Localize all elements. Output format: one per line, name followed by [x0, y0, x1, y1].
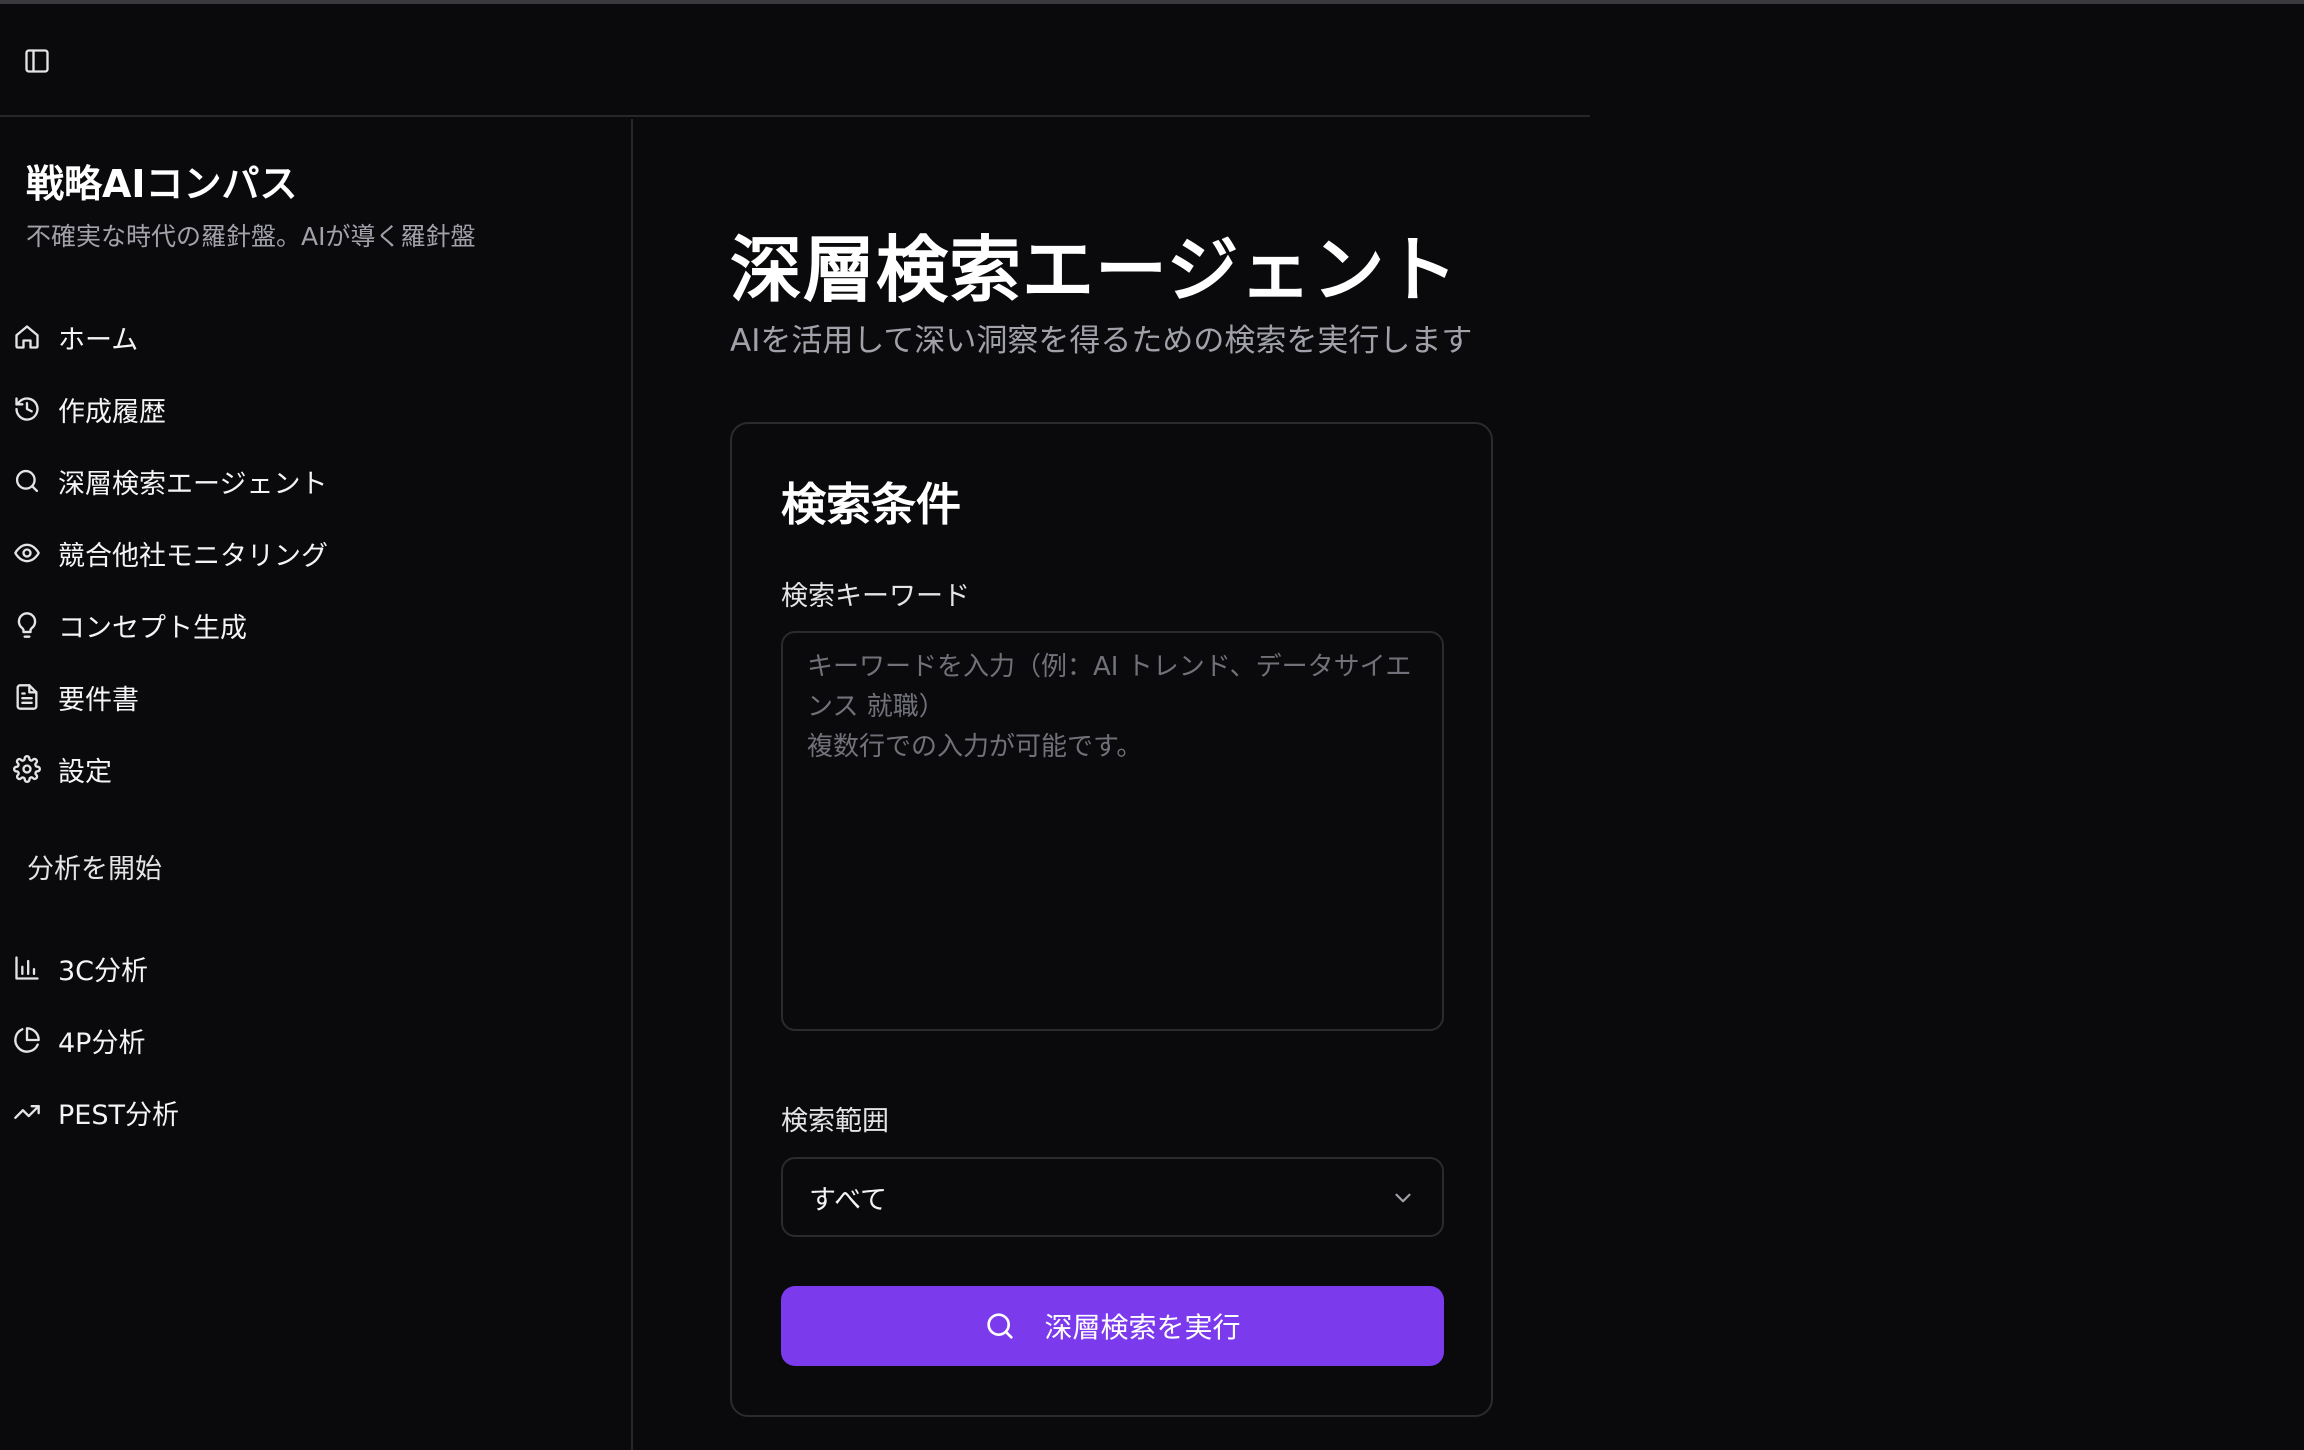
lightbulb-icon — [12, 610, 42, 640]
main-content: 深層検索エージェント AIを活用して深い洞察を得るための検索を実行します 検索条… — [633, 119, 1590, 1450]
sidebar-item-label: 4P分析 — [58, 1027, 146, 1059]
sidebar-item-concept-generation[interactable]: コンセプト生成 — [0, 589, 631, 661]
sidebar-item-competitor-monitoring[interactable]: 競合他社モニタリング — [0, 517, 631, 589]
sidebar-item-home[interactable]: ホーム — [0, 301, 631, 373]
sidebar-item-deep-search[interactable]: 深層検索エージェント — [0, 445, 631, 517]
sidebar-item-label: 要件書 — [58, 684, 139, 716]
scope-selected-value: すべて — [809, 1184, 888, 1216]
app-root: 戦略AIコンパス 不確実な時代の羅針盤。AIが導く羅針盤 ホーム 作成履歴 深層… — [0, 4, 1590, 1450]
brand-subtitle: 不確実な時代の羅針盤。AIが導く羅針盤 — [26, 222, 476, 251]
history-icon — [12, 394, 42, 424]
search-conditions-card: 検索条件 検索キーワード 検索範囲 すべて 深層検索を実行 — [730, 422, 1493, 1417]
card-title: 検索条件 — [781, 478, 962, 531]
pie-chart-icon — [12, 1025, 42, 1055]
sidebar-item-label: 設定 — [58, 756, 112, 788]
sidebar-item-label: 作成履歴 — [58, 396, 166, 428]
sidebar-item-label: コンセプト生成 — [58, 612, 247, 644]
analysis-section-label: 分析を開始 — [27, 854, 162, 885]
document-icon — [12, 682, 42, 712]
sidebar-item-label: 競合他社モニタリング — [58, 540, 328, 572]
page-title: 深層検索エージェント — [730, 228, 1459, 312]
trending-up-icon — [12, 1097, 42, 1127]
brand-title: 戦略AIコンパス — [26, 162, 298, 206]
search-icon — [987, 1313, 1014, 1339]
page-subtitle: AIを活用して深い洞察を得るための検索を実行します — [730, 323, 1473, 359]
top-bar — [0, 4, 1590, 117]
sidebar-toggle-button[interactable] — [20, 44, 54, 78]
run-deep-search-button[interactable]: 深層検索を実行 — [781, 1286, 1444, 1366]
run-deep-search-label: 深層検索を実行 — [1044, 1312, 1241, 1343]
sidebar-item-history[interactable]: 作成履歴 — [0, 373, 631, 445]
sidebar-item-label: PEST分析 — [58, 1099, 179, 1131]
eye-icon — [12, 538, 42, 568]
analysis-nav: 3C分析 4P分析 PEST分析 — [0, 932, 631, 1148]
gear-icon — [12, 754, 42, 784]
sidebar-item-3c-analysis[interactable]: 3C分析 — [0, 932, 631, 1004]
keyword-input[interactable] — [781, 631, 1444, 1031]
sidebar-item-settings[interactable]: 設定 — [0, 733, 631, 805]
keyword-label: 検索キーワード — [781, 581, 970, 612]
sidebar-item-4p-analysis[interactable]: 4P分析 — [0, 1004, 631, 1076]
sidebar-item-requirements[interactable]: 要件書 — [0, 661, 631, 733]
sidebar-item-label: 深層検索エージェント — [58, 468, 328, 500]
sidebar-item-pest-analysis[interactable]: PEST分析 — [0, 1076, 631, 1148]
search-icon — [12, 466, 42, 496]
main-nav: ホーム 作成履歴 深層検索エージェント 競合他社モニタリング コンセプト生成 要… — [0, 301, 631, 805]
scope-select[interactable]: すべて — [781, 1157, 1444, 1237]
sidebar-item-label: ホーム — [58, 324, 139, 356]
scope-label: 検索範囲 — [781, 1106, 889, 1137]
sidebar-toggle-icon — [25, 49, 49, 73]
sidebar: 戦略AIコンパス 不確実な時代の羅針盤。AIが導く羅針盤 ホーム 作成履歴 深層… — [0, 119, 633, 1450]
bar-chart-icon — [12, 953, 42, 983]
chevron-down-icon — [1395, 1193, 1411, 1203]
home-icon — [12, 322, 42, 352]
sidebar-item-label: 3C分析 — [58, 955, 149, 987]
